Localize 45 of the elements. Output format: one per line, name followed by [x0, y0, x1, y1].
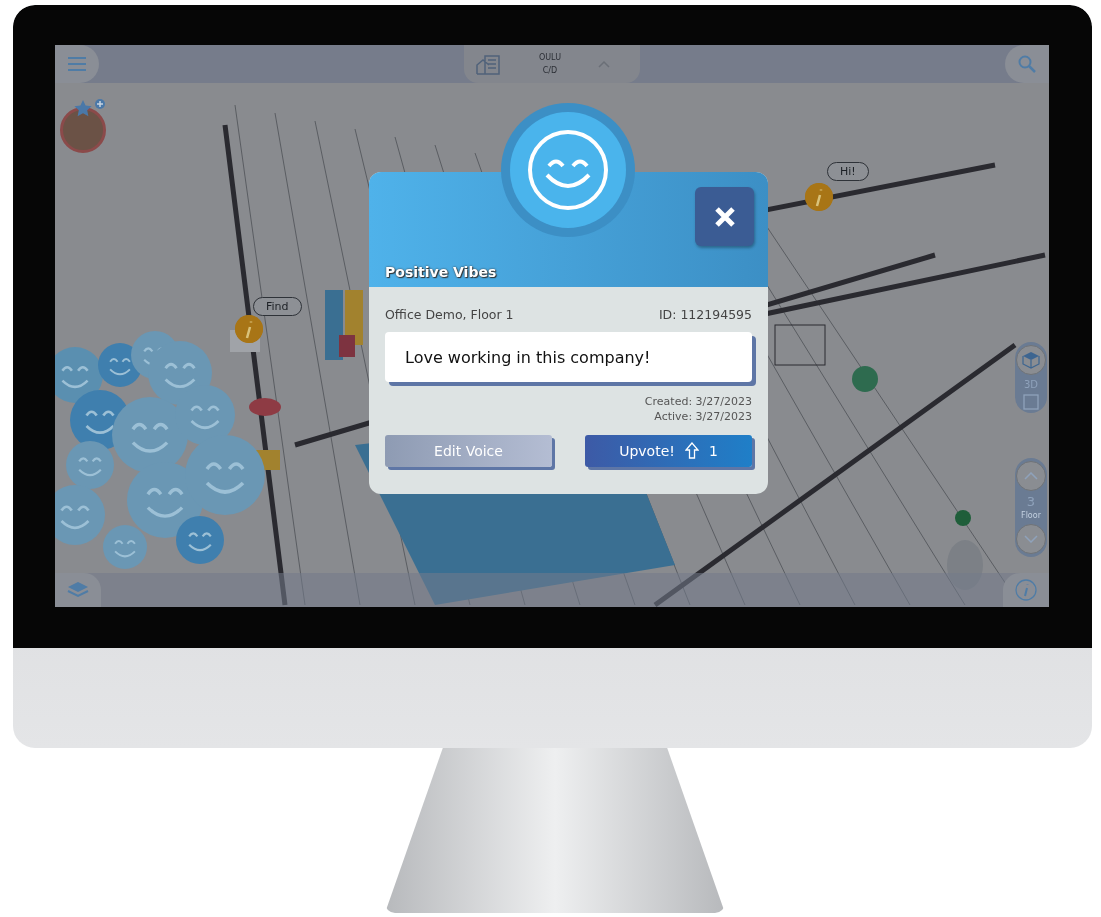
avatar[interactable] — [60, 107, 106, 153]
square-icon[interactable] — [1023, 394, 1039, 410]
search-icon — [1018, 55, 1036, 73]
smiley-marker-icon[interactable] — [55, 485, 105, 545]
chevron-up-icon — [598, 60, 610, 68]
menu-button[interactable] — [55, 45, 99, 83]
chairs-drawing — [325, 290, 363, 360]
active-date: Active: 3/27/2023 — [654, 409, 752, 425]
chevron-up-icon — [1024, 472, 1038, 480]
close-icon — [713, 205, 736, 228]
layers-button[interactable] — [55, 573, 101, 607]
cube-icon — [1022, 351, 1040, 369]
location-selector[interactable]: OULU C/D — [464, 45, 640, 83]
upvote-button[interactable]: Upvote! 1 — [585, 434, 752, 467]
arrow-up-icon — [684, 441, 699, 460]
layers-icon — [67, 581, 89, 599]
smiley-marker-icon[interactable] — [175, 385, 235, 445]
info-icon — [1015, 579, 1037, 601]
created-date: Created: 3/27/2023 — [644, 394, 752, 410]
chevron-down-icon — [1024, 535, 1038, 543]
menu-icon — [68, 57, 86, 71]
building-icon — [476, 53, 502, 75]
cube-view-button[interactable] — [1016, 345, 1046, 375]
info-pin-icon[interactable] — [805, 183, 833, 211]
smiley-marker-icon[interactable] — [103, 525, 147, 569]
voice-id: ID: 112194595 — [658, 307, 752, 322]
smiley-marker-icon[interactable] — [176, 516, 224, 564]
round-table-drawing — [249, 398, 281, 416]
info-button[interactable] — [1003, 573, 1049, 607]
floor-down-button[interactable] — [1016, 524, 1046, 554]
search-button[interactable] — [1005, 45, 1049, 83]
floor-up-button[interactable] — [1016, 461, 1046, 491]
info-pin-icon[interactable] — [235, 315, 263, 343]
smiley-marker-icon[interactable] — [185, 435, 265, 515]
table-drawing — [947, 540, 983, 590]
smiley-marker-icon[interactable] — [66, 441, 114, 489]
speech-bubble: Hi! — [827, 162, 869, 181]
location-text: Office Demo, Floor 1 — [385, 307, 514, 322]
floor-label: Floor — [1021, 512, 1041, 520]
message-field[interactable]: Love working in this company! — [385, 332, 752, 382]
speech-bubble: Find — [253, 297, 302, 316]
smiley-marker-icon[interactable] — [55, 347, 103, 403]
smiley-icon — [509, 111, 627, 229]
close-button[interactable] — [695, 187, 754, 246]
dialog-title: Positive Vibes — [385, 264, 497, 280]
